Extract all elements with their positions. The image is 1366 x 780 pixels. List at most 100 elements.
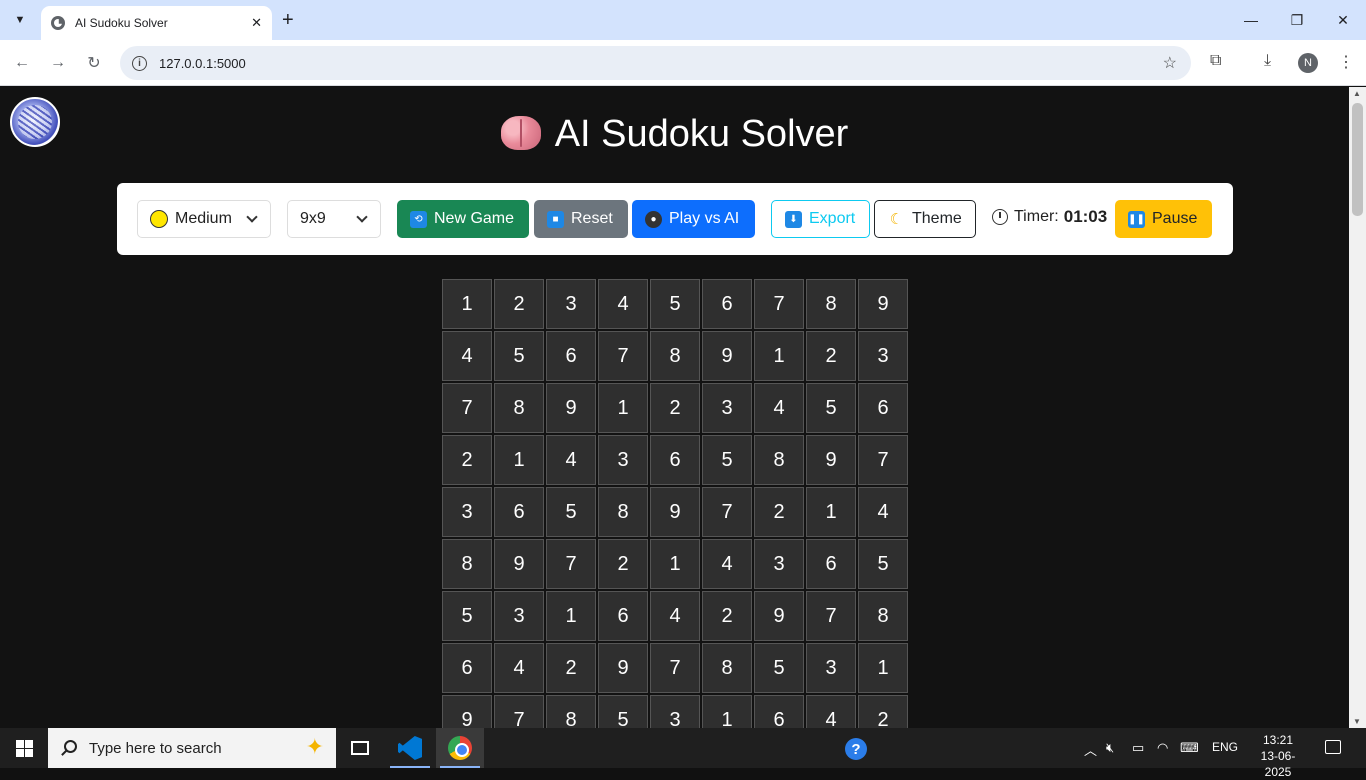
language-indicator[interactable]: ENG xyxy=(1212,740,1238,754)
sudoku-cell[interactable]: 7 xyxy=(546,539,596,589)
sudoku-cell[interactable]: 1 xyxy=(442,279,492,329)
browser-tab[interactable]: AI Sudoku Solver ✕ xyxy=(41,6,272,40)
sudoku-cell[interactable]: 4 xyxy=(442,331,492,381)
sudoku-cell[interactable]: 5 xyxy=(702,435,752,485)
grid-size-select[interactable]: 9x9 xyxy=(287,200,381,238)
sudoku-cell[interactable]: 6 xyxy=(442,643,492,693)
sudoku-cell[interactable]: 6 xyxy=(858,383,908,433)
play-vs-ai-button[interactable]: ● Play vs AI xyxy=(632,200,755,238)
keyboard-icon[interactable]: ⌨ xyxy=(1180,740,1199,756)
sudoku-cell[interactable]: 9 xyxy=(806,435,856,485)
forward-arrow-icon[interactable]: → xyxy=(45,50,71,76)
sudoku-cell[interactable]: 9 xyxy=(494,539,544,589)
help-icon[interactable]: ? xyxy=(845,738,867,760)
sudoku-cell[interactable]: 8 xyxy=(754,435,804,485)
taskbar-clock[interactable]: 13:21 13-06-2025 xyxy=(1248,732,1308,780)
sudoku-cell[interactable]: 4 xyxy=(494,643,544,693)
sudoku-cell[interactable]: 8 xyxy=(702,643,752,693)
export-button[interactable]: ⬇ Export xyxy=(771,200,870,238)
kebab-menu-icon[interactable]: ⋮ xyxy=(1338,52,1354,72)
sudoku-cell[interactable]: 7 xyxy=(858,435,908,485)
close-icon[interactable]: ✕ xyxy=(251,15,262,31)
chrome-taskbar-button[interactable] xyxy=(436,728,484,768)
sudoku-cell[interactable]: 7 xyxy=(806,591,856,641)
sudoku-cell[interactable]: 5 xyxy=(858,539,908,589)
scroll-down-icon[interactable]: ▼ xyxy=(1353,717,1361,726)
sudoku-cell[interactable]: 5 xyxy=(806,383,856,433)
sudoku-cell[interactable]: 5 xyxy=(754,643,804,693)
sudoku-cell[interactable]: 6 xyxy=(494,487,544,537)
page-scrollbar[interactable]: ▲ ▼ xyxy=(1349,87,1366,728)
task-view-button[interactable] xyxy=(336,728,384,768)
windows-start-icon[interactable] xyxy=(16,740,33,757)
sudoku-cell[interactable]: 4 xyxy=(546,435,596,485)
address-bar[interactable]: i 127.0.0.1:5000 ☆ xyxy=(120,46,1191,80)
bookmark-star-icon[interactable]: ☆ xyxy=(1163,53,1177,73)
sudoku-cell[interactable]: 9 xyxy=(754,591,804,641)
sudoku-cell[interactable]: 6 xyxy=(546,331,596,381)
tab-search-chevron-icon[interactable]: ▼ xyxy=(8,8,32,32)
back-arrow-icon[interactable]: ← xyxy=(9,50,35,76)
sudoku-cell[interactable]: 9 xyxy=(858,279,908,329)
new-tab-plus-icon[interactable]: + xyxy=(282,8,294,32)
site-info-icon[interactable]: i xyxy=(132,55,147,71)
sudoku-cell[interactable]: 2 xyxy=(754,487,804,537)
sudoku-cell[interactable]: 2 xyxy=(442,435,492,485)
minimize-icon[interactable]: — xyxy=(1228,0,1274,40)
sudoku-cell[interactable]: 3 xyxy=(598,435,648,485)
sudoku-cell[interactable]: 8 xyxy=(806,279,856,329)
sudoku-cell[interactable]: 2 xyxy=(546,643,596,693)
notification-icon[interactable] xyxy=(1325,740,1341,754)
sudoku-cell[interactable]: 5 xyxy=(494,331,544,381)
sudoku-cell[interactable]: 3 xyxy=(650,695,700,728)
sudoku-cell[interactable]: 4 xyxy=(806,695,856,728)
sudoku-cell[interactable]: 6 xyxy=(806,539,856,589)
sudoku-cell[interactable]: 3 xyxy=(858,331,908,381)
sudoku-cell[interactable]: 1 xyxy=(494,435,544,485)
sudoku-cell[interactable]: 1 xyxy=(858,643,908,693)
extensions-puzzle-icon[interactable]: ⧉ xyxy=(1210,52,1221,70)
sudoku-cell[interactable]: 6 xyxy=(702,279,752,329)
sudoku-cell[interactable]: 4 xyxy=(754,383,804,433)
sudoku-cell[interactable]: 5 xyxy=(546,487,596,537)
tray-chevron-up-icon[interactable]: ︿ xyxy=(1084,740,1097,759)
sudoku-cell[interactable]: 3 xyxy=(806,643,856,693)
window-close-icon[interactable]: ✕ xyxy=(1320,0,1366,40)
sudoku-cell[interactable]: 1 xyxy=(702,695,752,728)
sudoku-cell[interactable]: 3 xyxy=(546,279,596,329)
download-icon[interactable]: ⤓ xyxy=(1264,52,1271,70)
sudoku-cell[interactable]: 8 xyxy=(858,591,908,641)
reset-button[interactable]: ■ Reset xyxy=(534,200,628,238)
taskbar-search-box[interactable]: Type here to search ✦ xyxy=(48,728,336,768)
vscode-taskbar-button[interactable] xyxy=(386,728,434,768)
restore-icon[interactable]: ❐ xyxy=(1274,0,1320,40)
sudoku-cell[interactable]: 4 xyxy=(598,279,648,329)
sudoku-cell[interactable]: 4 xyxy=(702,539,752,589)
sudoku-cell[interactable]: 4 xyxy=(650,591,700,641)
sudoku-cell[interactable]: 3 xyxy=(702,383,752,433)
sudoku-cell[interactable]: 7 xyxy=(494,695,544,728)
sudoku-cell[interactable]: 9 xyxy=(546,383,596,433)
sudoku-cell[interactable]: 9 xyxy=(650,487,700,537)
reload-icon[interactable]: ↻ xyxy=(81,50,107,76)
sudoku-cell[interactable]: 3 xyxy=(442,487,492,537)
wifi-icon[interactable]: ◠ xyxy=(1157,740,1168,756)
sudoku-cell[interactable]: 6 xyxy=(598,591,648,641)
sudoku-cell[interactable]: 9 xyxy=(702,331,752,381)
new-game-button[interactable]: ⟲ New Game xyxy=(397,200,529,238)
sudoku-cell[interactable]: 8 xyxy=(650,331,700,381)
sudoku-cell[interactable]: 2 xyxy=(806,331,856,381)
sudoku-cell[interactable]: 9 xyxy=(598,643,648,693)
sudoku-cell[interactable]: 3 xyxy=(754,539,804,589)
sudoku-cell[interactable]: 5 xyxy=(650,279,700,329)
sudoku-cell[interactable]: 1 xyxy=(650,539,700,589)
sudoku-cell[interactable]: 7 xyxy=(442,383,492,433)
sudoku-cell[interactable]: 1 xyxy=(754,331,804,381)
sudoku-cell[interactable]: 3 xyxy=(494,591,544,641)
sudoku-cell[interactable]: 8 xyxy=(598,487,648,537)
theme-button[interactable]: ☾ Theme xyxy=(874,200,976,238)
sudoku-cell[interactable]: 7 xyxy=(650,643,700,693)
scroll-up-icon[interactable]: ▲ xyxy=(1353,89,1361,98)
sudoku-cell[interactable]: 7 xyxy=(702,487,752,537)
sudoku-cell[interactable]: 1 xyxy=(598,383,648,433)
